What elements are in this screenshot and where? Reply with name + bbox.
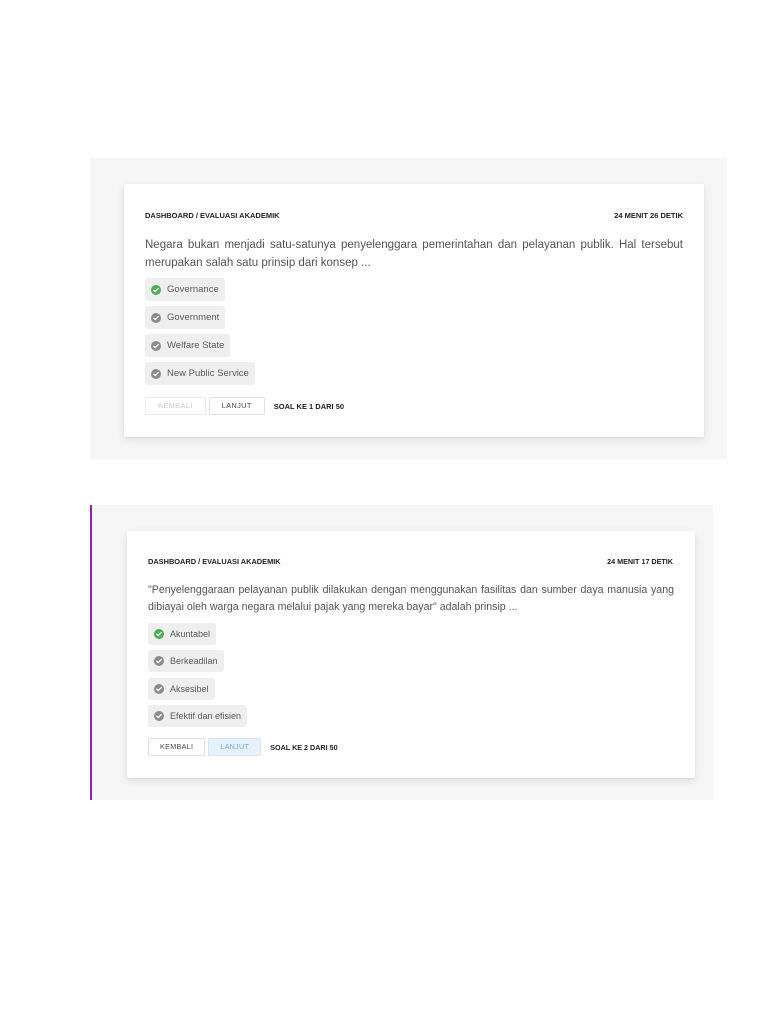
answer-option-label: Governance [167,284,219,295]
accent-bar [90,505,92,800]
answer-option[interactable]: Government [145,306,226,329]
check-circle-icon [154,683,164,694]
answer-option[interactable]: Governance [145,278,225,301]
question-counter: SOAL KE 1 DARI 50 [273,401,345,411]
answer-option[interactable]: Welfare State [145,334,231,357]
answer-option[interactable]: Berkeadilan [148,650,224,673]
check-circle-icon [151,340,161,351]
answer-option[interactable]: New Public Service [145,362,255,385]
next-button[interactable]: LANJUT [208,738,262,756]
question-card: DASHBOARD / EVALUASI AKADEMIK 24 MENIT 1… [127,531,695,778]
quiz-screenshot-2: DASHBOARD / EVALUASI AKADEMIK 24 MENIT 1… [90,505,713,800]
countdown-timer: 24 MENIT 17 DETIK [607,557,673,566]
next-button[interactable]: LANJUT [208,397,265,415]
question-navigation: KEMBALI LANJUT SOAL KE 2 DARI 50 [148,738,338,756]
question-text: Negara bukan menjadi satu-satunya penyel… [145,239,683,269]
answer-option[interactable]: Efektif dan efisien [148,704,248,727]
answer-options: Akuntabel Berkeadilan Aksesibel Efektif … [148,623,248,732]
check-circle-icon [151,368,161,379]
answer-option-label: Government [167,312,220,323]
question-card: DASHBOARD / EVALUASI AKADEMIK 24 MENIT 2… [124,184,704,437]
check-circle-icon [154,629,164,639]
breadcrumb[interactable]: DASHBOARD / EVALUASI AKADEMIK [148,557,281,566]
answer-option-label: Aksesibel [170,683,209,694]
back-button[interactable]: KEMBALI [145,397,206,415]
question-text: "Penyelenggaraan pelayanan publik dilaku… [148,584,674,613]
answer-option-label: Berkeadilan [170,656,218,667]
answer-option-label: Efektif dan efisien [170,710,242,721]
answer-options: Governance Government Welfare State New … [145,278,255,390]
answer-option[interactable]: Akuntabel [148,623,217,645]
quiz-screenshot-1: DASHBOARD / EVALUASI AKADEMIK 24 MENIT 2… [90,158,727,459]
check-circle-icon [154,656,164,667]
answer-option[interactable]: Aksesibel [148,677,215,700]
breadcrumb[interactable]: DASHBOARD / EVALUASI AKADEMIK [145,211,280,220]
check-circle-icon [151,284,161,295]
question-navigation: KEMBALI LANJUT SOAL KE 1 DARI 50 [145,397,344,415]
answer-option-label: New Public Service [167,368,249,379]
check-circle-icon [151,312,161,323]
check-circle-icon [154,710,164,721]
countdown-timer: 24 MENIT 26 DETIK [614,211,683,220]
answer-option-label: Akuntabel [170,629,211,639]
back-button[interactable]: KEMBALI [148,738,206,756]
question-counter: SOAL KE 2 DARI 50 [270,742,338,752]
answer-option-label: Welfare State [167,340,225,351]
